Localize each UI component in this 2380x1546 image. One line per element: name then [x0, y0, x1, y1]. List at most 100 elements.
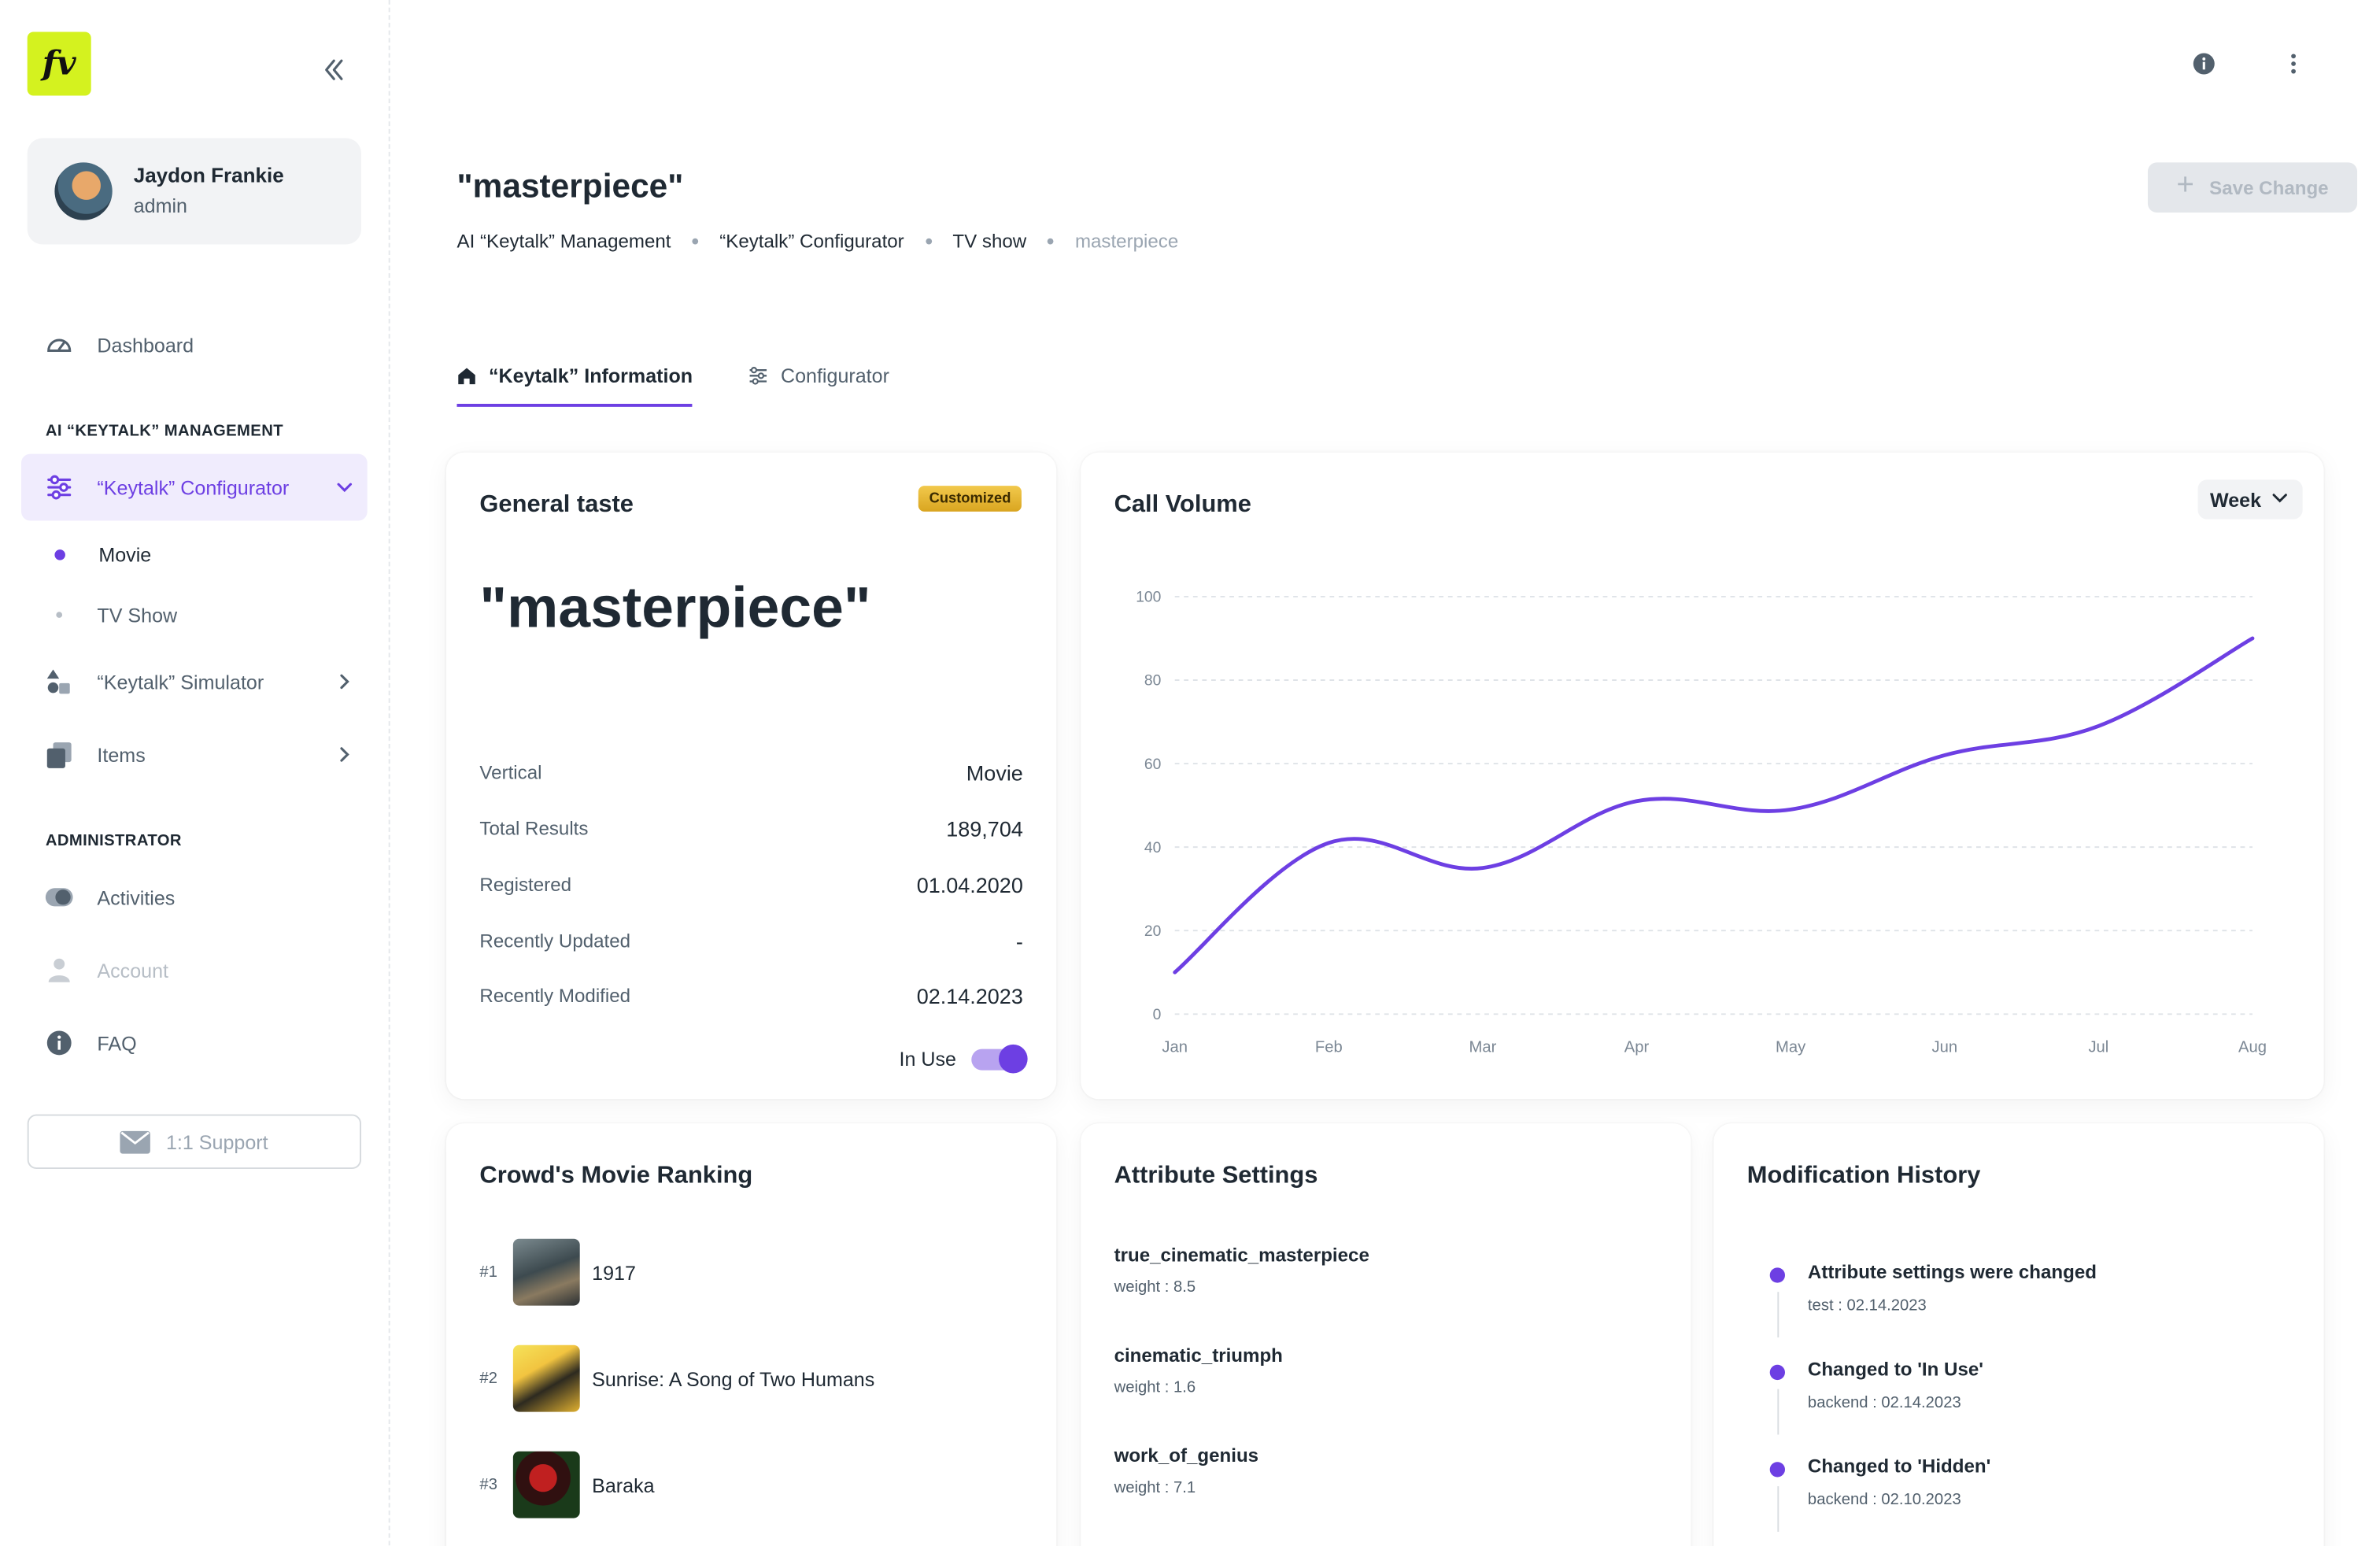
info-value: 189,704 — [946, 816, 1023, 841]
sidebar-subitem-tvshow[interactable]: TV Show — [46, 597, 177, 633]
attribute-settings-card: Attribute Settings true_cinematic_master… — [1081, 1123, 1691, 1546]
sidebar-item-dashboard[interactable]: Dashboard — [21, 311, 368, 378]
attribute-weight: weight : 8.5 — [1114, 1278, 1196, 1296]
y-tick-label: 40 — [1144, 840, 1161, 856]
history-title: Changed to 'In Use' — [1807, 1359, 1984, 1381]
info-key: Total Results — [479, 818, 589, 840]
sidebar-subitem-label: Movie — [98, 542, 152, 566]
sidebar-item-label: “Keytalk” Configurator — [97, 475, 290, 499]
user-role: admin — [133, 194, 188, 217]
stack-icon — [21, 739, 97, 770]
info-icon — [21, 1028, 97, 1059]
x-tick-label: Apr — [1624, 1038, 1650, 1056]
user-name: Jaydon Frankie — [133, 164, 284, 187]
timeline-line — [1776, 1486, 1779, 1532]
breadcrumb-item[interactable]: AI “Keytalk” Management — [456, 231, 671, 252]
list-item[interactable]: #2 Sunrise: A Song of Two Humans — [479, 1344, 874, 1412]
card-title: Modification History — [1746, 1163, 1981, 1189]
info-key: Recently Modified — [479, 985, 631, 1007]
save-change-button[interactable]: + Save Change — [2147, 162, 2358, 213]
dot-icon — [56, 612, 63, 618]
x-tick-label: Aug — [2238, 1038, 2267, 1056]
sidebar-item-account[interactable]: Account — [21, 937, 368, 1004]
user-card[interactable]: Jaydon Frankie admin — [27, 138, 361, 245]
active-dot-icon — [54, 549, 65, 560]
modification-history-card: Modification History Attribute settings … — [1713, 1123, 2324, 1546]
app-logo[interactable]: fv — [27, 31, 91, 96]
y-tick-label: 80 — [1144, 673, 1161, 690]
list-item[interactable]: #3 Baraka — [479, 1451, 655, 1518]
in-use-label: In Use — [899, 1047, 956, 1071]
timeline-dot-icon — [1769, 1462, 1785, 1478]
attribute-name: cinematic_triumph — [1114, 1344, 1283, 1367]
sidebar-item-faq[interactable]: FAQ — [21, 1009, 368, 1076]
keyword-title: "masterpiece" — [479, 576, 871, 641]
info-icon[interactable] — [2189, 49, 2219, 80]
in-use-toggle[interactable] — [971, 1043, 1028, 1073]
home-icon — [456, 365, 476, 385]
sidebar-subitem-label: TV Show — [97, 603, 178, 627]
collapse-sidebar-icon[interactable] — [316, 52, 352, 88]
sidebar-item-label: “Keytalk” Simulator — [97, 670, 264, 693]
rank-number: #1 — [479, 1263, 497, 1282]
call-volume-card: Call Volume Week 0 20 40 60 80 100 Jan Feb Mar Ap… — [1081, 452, 2324, 1100]
tab-keytalk-information[interactable]: “Keytalk” Information — [456, 352, 693, 407]
in-use-control: In Use — [899, 1043, 1028, 1073]
attribute-item[interactable]: cinematic_triumph weight : 1.6 — [1114, 1345, 1283, 1397]
tab-label: Configurator — [780, 363, 889, 386]
info-key: Vertical — [479, 762, 542, 784]
y-tick-label: 60 — [1144, 756, 1161, 773]
info-value: 02.14.2023 — [916, 983, 1023, 1008]
info-key: Recently Updated — [479, 930, 631, 952]
list-item[interactable]: #1 1917 — [479, 1238, 636, 1306]
movie-title: Baraka — [592, 1473, 655, 1496]
movie-poster-image — [512, 1238, 580, 1306]
movie-poster-image — [512, 1451, 580, 1518]
sidebar-item-simulator[interactable]: “Keytalk” Simulator — [21, 648, 368, 715]
more-vertical-icon[interactable] — [2278, 49, 2309, 80]
timeline-dot-icon — [1769, 1364, 1785, 1381]
user-icon — [21, 955, 97, 986]
sidebar-item-items[interactable]: Items — [21, 721, 368, 788]
card-title: Attribute Settings — [1114, 1163, 1318, 1189]
history-title: Changed to 'Hidden' — [1807, 1455, 1991, 1478]
x-tick-label: Jul — [2088, 1038, 2108, 1056]
sliders-icon — [748, 365, 768, 385]
timeline-line — [1776, 1292, 1779, 1338]
sidebar-item-label: Activities — [97, 886, 176, 909]
series-line — [1173, 636, 2255, 975]
history-meta: backend : 02.14.2023 — [1807, 1393, 1961, 1412]
sidebar-subitem-movie[interactable]: Movie — [46, 536, 151, 572]
attribute-name: work_of_genius — [1114, 1444, 1259, 1466]
info-row: Recently Updated - — [479, 929, 1022, 953]
attribute-name: true_cinematic_masterpiece — [1114, 1245, 1369, 1267]
sidebar-item-activities[interactable]: Activities — [21, 864, 368, 930]
chevron-down-icon — [322, 478, 368, 496]
breadcrumb-current: masterpiece — [1074, 231, 1179, 253]
attribute-weight: weight : 7.1 — [1114, 1478, 1196, 1497]
info-value: Movie — [966, 760, 1023, 786]
info-row: Registered 01.04.2020 — [479, 873, 1022, 897]
info-value: - — [1015, 929, 1023, 954]
attribute-weight: weight : 1.6 — [1114, 1378, 1196, 1397]
tab-label: “Keytalk” Information — [488, 363, 693, 386]
plus-icon: + — [2176, 168, 2194, 202]
card-title: Crowd's Movie Ranking — [479, 1163, 753, 1189]
x-tick-label: May — [1776, 1038, 1806, 1056]
tab-configurator[interactable]: Configurator — [748, 352, 889, 398]
breadcrumb-item[interactable]: TV show — [952, 231, 1026, 252]
dashboard-icon — [21, 329, 97, 360]
info-row: Total Results 189,704 — [479, 817, 1022, 841]
support-label: 1:1 Support — [165, 1130, 268, 1153]
attribute-item[interactable]: work_of_genius weight : 7.1 — [1114, 1445, 1259, 1497]
breadcrumb: AI “Keytalk” Management “Keytalk” Config… — [456, 231, 1178, 252]
attribute-item[interactable]: true_cinematic_masterpiece weight : 8.5 — [1114, 1245, 1369, 1296]
sidebar-item-configurator[interactable]: “Keytalk” Configurator — [20, 453, 368, 521]
history-meta: backend : 02.10.2023 — [1807, 1490, 1961, 1509]
y-tick-label: 20 — [1144, 923, 1161, 940]
support-button[interactable]: 1:1 Support — [27, 1114, 361, 1169]
breadcrumb-item[interactable]: “Keytalk” Configurator — [719, 231, 904, 252]
general-taste-card: General taste Customized "masterpiece" V… — [445, 452, 1057, 1100]
sidebar-item-label: Items — [97, 743, 146, 766]
breadcrumb-separator — [925, 238, 932, 245]
